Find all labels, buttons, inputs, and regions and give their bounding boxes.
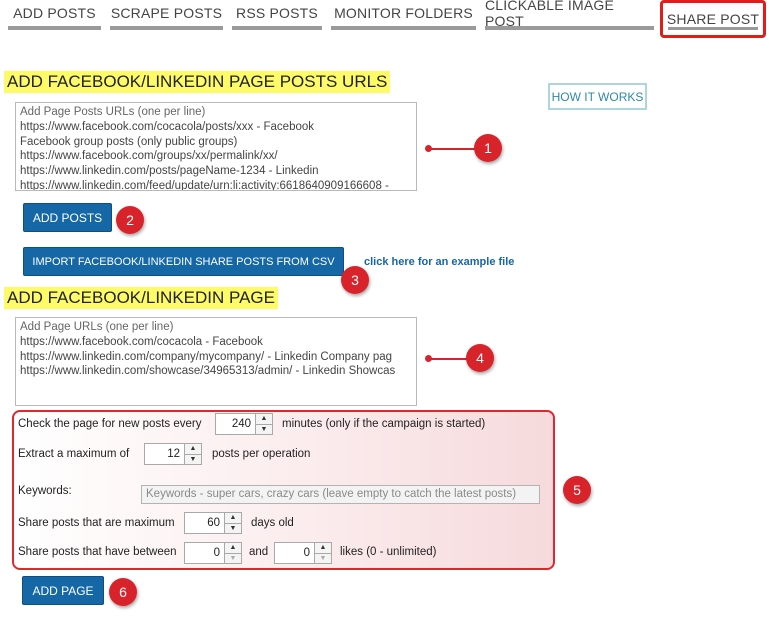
likes-and-label: and — [249, 546, 269, 558]
arrow-down-icon[interactable]: ▼ — [185, 455, 201, 465]
arrow-up-icon[interactable]: ▲ — [256, 414, 272, 425]
add-page-button[interactable]: ADD PAGE — [22, 576, 104, 605]
check-interval-stepper[interactable]: 240 ▲ ▼ — [215, 413, 273, 435]
likes-min-value[interactable]: 0 — [184, 542, 225, 564]
tab-scrape-posts[interactable]: SCRAPE POSTS — [110, 0, 223, 30]
tab-clickable-image-post[interactable]: CLICKABLE IMAGE POST — [485, 0, 654, 30]
extract-max-value[interactable]: 12 — [144, 443, 185, 465]
textarea-line: https://www.linkedin.com/showcase/349653… — [20, 365, 396, 378]
callout-5: 5 — [563, 476, 591, 504]
check-interval-label: Check the page for new posts every — [18, 418, 202, 430]
max-age-stepper[interactable]: 60 ▲ ▼ — [184, 512, 242, 534]
callout-6: 6 — [109, 578, 137, 606]
add-posts-button[interactable]: ADD POSTS — [23, 203, 112, 232]
arrow-up-icon[interactable]: ▲ — [225, 513, 241, 524]
import-csv-button[interactable]: IMPORT FACEBOOK/LINKEDIN SHARE POSTS FRO… — [23, 247, 344, 276]
likes-min-stepper[interactable]: 0 ▲ ▼ — [184, 542, 242, 564]
max-age-value[interactable]: 60 — [184, 512, 225, 534]
textarea-line: https://www.linkedin.com/posts/pageName-… — [20, 165, 319, 178]
textarea-line: https://www.linkedin.com/feed/update/urn… — [20, 179, 389, 191]
callout-connector — [430, 358, 468, 360]
example-file-link[interactable]: click here for an example file — [364, 256, 514, 268]
likes-range-label: Share posts that have between — [18, 546, 177, 558]
extract-max-label: Extract a maximum of — [18, 448, 130, 460]
page-section-title: ADD FACEBOOK/LINKEDIN PAGE — [4, 287, 278, 309]
textarea-line: Add Page URLs (one per line) — [20, 321, 174, 333]
page-urls-textarea[interactable]: Add Page URLs (one per line) https://www… — [15, 317, 417, 406]
how-it-works-button[interactable]: HOW IT WORKS — [548, 83, 647, 110]
extract-max-stepper[interactable]: 12 ▲ ▼ — [144, 443, 202, 465]
callout-2: 2 — [116, 206, 144, 234]
likes-range-suffix: likes (0 - unlimited) — [340, 546, 437, 558]
textarea-line: https://www.facebook.com/groups/xx/perma… — [20, 150, 278, 163]
callout-connector — [430, 148, 476, 150]
max-age-label: Share posts that are maximum — [18, 517, 175, 529]
arrow-down-icon[interactable]: ▼ — [315, 554, 331, 564]
keywords-label: Keywords: — [18, 485, 72, 497]
tab-add-posts[interactable]: ADD POSTS — [8, 0, 101, 30]
arrow-down-icon[interactable]: ▼ — [225, 554, 241, 564]
textarea-line: Add Page Posts URLs (one per line) — [20, 106, 206, 118]
textarea-line: https://www.facebook.com/cocacola - Face… — [20, 335, 263, 348]
arrow-up-icon[interactable]: ▲ — [225, 543, 241, 554]
callout-1: 1 — [474, 134, 502, 162]
posts-section-title: ADD FACEBOOK/LINKEDIN PAGE POSTS URLS — [4, 71, 391, 93]
tab-monitor-folders[interactable]: MONITOR FOLDERS — [331, 0, 476, 30]
check-interval-suffix: minutes (only if the campaign is started… — [282, 418, 486, 430]
callout-4: 4 — [466, 344, 494, 372]
tab-share-post[interactable]: SHARE POST — [660, 0, 766, 38]
tab-rss-posts[interactable]: RSS POSTS — [232, 0, 322, 30]
page-posts-urls-textarea[interactable]: Add Page Posts URLs (one per line) https… — [15, 102, 417, 191]
textarea-line: Facebook group posts (only public groups… — [20, 135, 238, 148]
extract-max-suffix: posts per operation — [212, 448, 311, 460]
arrow-down-icon[interactable]: ▼ — [225, 524, 241, 534]
textarea-line: https://www.linkedin.com/company/mycompa… — [20, 350, 393, 363]
callout-3: 3 — [341, 266, 369, 294]
arrow-up-icon[interactable]: ▲ — [315, 543, 331, 554]
keywords-input[interactable]: Keywords - super cars, crazy cars (leave… — [141, 485, 540, 504]
check-interval-value[interactable]: 240 — [215, 413, 256, 435]
arrow-up-icon[interactable]: ▲ — [185, 444, 201, 455]
likes-max-stepper[interactable]: 0 ▲ ▼ — [274, 542, 332, 564]
max-age-suffix: days old — [251, 517, 294, 529]
likes-max-value[interactable]: 0 — [274, 542, 315, 564]
arrow-down-icon[interactable]: ▼ — [256, 425, 272, 435]
textarea-line: https://www.facebook.com/cocacola/posts/… — [20, 120, 315, 133]
